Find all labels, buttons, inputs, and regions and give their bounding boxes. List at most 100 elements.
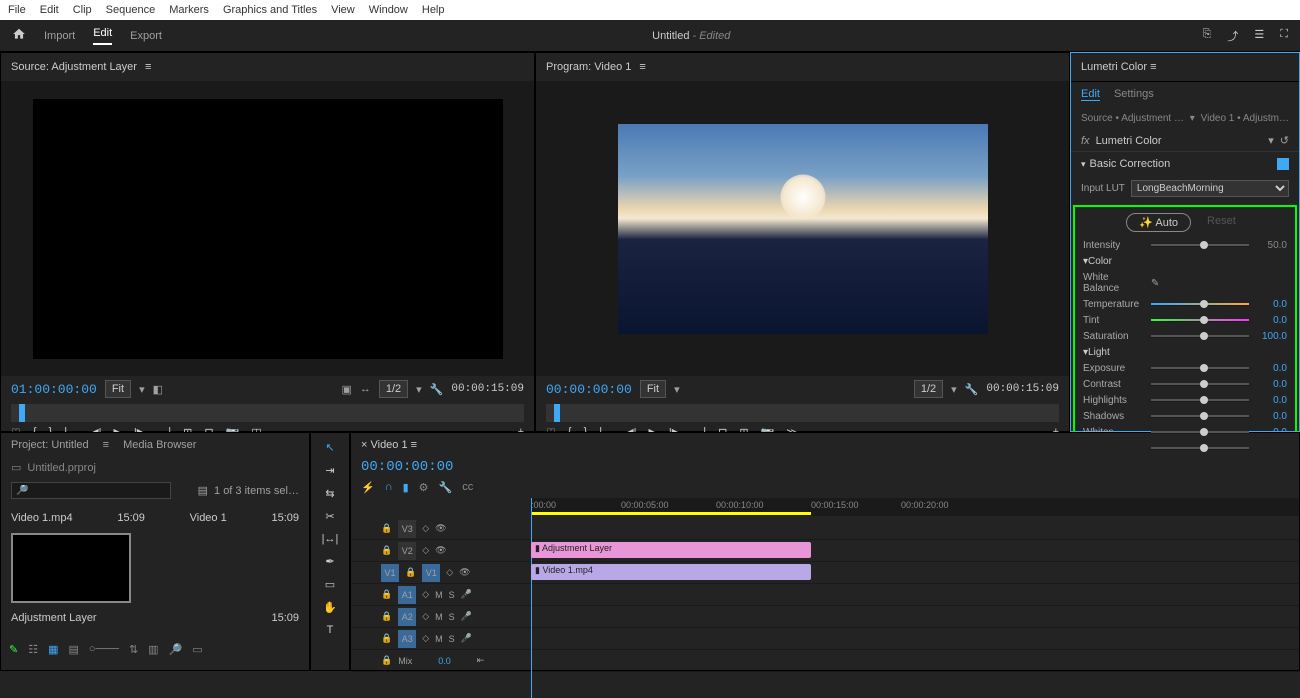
lock-icon[interactable]: 🔒 — [381, 589, 392, 600]
snap-icon[interactable]: ⚡ — [361, 481, 375, 494]
sat-slider[interactable] — [1151, 335, 1249, 338]
lock-icon[interactable]: 🔒 — [381, 633, 392, 644]
program-menu-icon[interactable]: ≡ — [639, 61, 645, 73]
pencil-icon[interactable]: ✎ — [9, 643, 18, 656]
lock-icon[interactable]: 🔒 — [381, 611, 392, 622]
freeform-icon[interactable]: ▤ — [69, 643, 79, 656]
wrench-icon[interactable]: 🔧 — [430, 383, 444, 396]
solo-button[interactable]: S — [449, 612, 455, 622]
chevron-down-icon[interactable]: ▾ — [674, 383, 680, 396]
source-half[interactable]: 1/2 — [379, 380, 408, 398]
intensity-value[interactable]: 50.0 — [1255, 240, 1287, 251]
icon-view-icon[interactable]: ▦ — [48, 643, 58, 656]
tab-export[interactable]: Export — [130, 30, 162, 42]
sync-lock-icon[interactable]: ◇ — [422, 589, 429, 600]
menu-help[interactable]: Help — [422, 4, 445, 16]
solo-button[interactable]: S — [449, 590, 455, 600]
shadows-slider[interactable] — [1151, 415, 1249, 418]
program-scrubber[interactable] — [546, 404, 1059, 422]
project-search-input[interactable] — [11, 482, 171, 499]
lock-icon[interactable]: 🔒 — [381, 545, 392, 556]
menu-window[interactable]: Window — [369, 4, 408, 16]
basic-checkbox[interactable] — [1277, 158, 1289, 170]
mic-icon[interactable]: 🎤 — [461, 633, 472, 644]
quick-export-icon[interactable]: ⎘ — [1203, 28, 1212, 44]
mix-track[interactable]: Mix — [398, 656, 412, 666]
bin-icon[interactable]: ▭ — [11, 461, 21, 474]
reset-icon[interactable]: ↺ — [1280, 134, 1289, 147]
collapse-icon[interactable]: ⇤ — [477, 655, 485, 666]
auto-button[interactable]: ✨ Auto — [1126, 213, 1191, 232]
contrast-slider[interactable] — [1151, 383, 1249, 386]
source-fit[interactable]: Fit — [105, 380, 131, 398]
menu-graphics[interactable]: Graphics and Titles — [223, 4, 317, 16]
eye-icon[interactable]: 👁 — [435, 545, 446, 556]
menu-view[interactable]: View — [331, 4, 355, 16]
fx-icon[interactable]: fx — [1081, 135, 1090, 147]
settings-icon[interactable]: ⚙ — [419, 481, 429, 494]
program-fit[interactable]: Fit — [640, 380, 666, 398]
type-tool-icon[interactable]: T — [327, 624, 334, 636]
sat-value[interactable]: 100.0 — [1255, 331, 1287, 342]
project-tab[interactable]: Project: Untitled — [11, 439, 89, 451]
list-view-icon[interactable]: ☷ — [28, 643, 38, 656]
lock-icon[interactable]: 🔒 — [405, 567, 416, 578]
lock-icon[interactable]: 🔒 — [381, 523, 392, 534]
source-icons[interactable]: ◧ — [153, 383, 163, 396]
project-thumbnail[interactable] — [11, 533, 131, 603]
program-half[interactable]: 1/2 — [914, 380, 943, 398]
program-viewer[interactable] — [618, 124, 988, 334]
input-lut-select[interactable]: LongBeachMorning — [1131, 180, 1289, 197]
mix-value[interactable]: 0.0 — [438, 656, 451, 666]
rectangle-tool-icon[interactable]: ▭ — [325, 578, 335, 591]
chevron-down-icon[interactable]: ▾ — [1190, 113, 1195, 124]
source-marker-icon[interactable]: ▣ — [341, 383, 351, 396]
contrast-value[interactable]: 0.0 — [1255, 379, 1287, 390]
mute-button[interactable]: M — [435, 590, 443, 600]
linked-selection-icon[interactable]: ∩ — [385, 481, 393, 494]
lock-icon[interactable]: 🔒 — [381, 655, 392, 666]
reset-button[interactable]: Reset — [1199, 213, 1244, 232]
track-a1[interactable]: A1 — [398, 586, 416, 604]
eyedropper-icon[interactable]: ✎ — [1151, 278, 1159, 289]
clip-adjustment[interactable]: ▮ Adjustment Layer — [531, 542, 811, 558]
tint-value[interactable]: 0.0 — [1255, 315, 1287, 326]
temp-slider[interactable] — [1151, 303, 1249, 306]
clip-video1[interactable]: ▮ Video 1.mp4 — [531, 564, 811, 580]
program-tc-start[interactable]: 00:00:00:00 — [546, 382, 632, 397]
source-add-icon[interactable]: ↔ — [360, 383, 371, 395]
menu-sequence[interactable]: Sequence — [106, 4, 156, 16]
track-v1[interactable]: V1 — [422, 564, 440, 582]
lumetri-source[interactable]: Source • Adjustment … — [1081, 113, 1184, 124]
menu-file[interactable]: File — [8, 4, 26, 16]
timeline-ruler[interactable]: :00:00 00:00:05:00 00:00:10:00 00:00:15:… — [531, 498, 1299, 516]
source-tc-start[interactable]: 01:00:00:00 — [11, 382, 97, 397]
source-viewer[interactable] — [33, 99, 503, 359]
project-item[interactable]: Video 1.mp415:09 Video 115:09 — [11, 509, 299, 527]
caption-icon[interactable]: cc — [462, 481, 473, 494]
workspace-icon[interactable]: ☰ — [1254, 28, 1264, 44]
shadows-value[interactable]: 0.0 — [1255, 411, 1287, 422]
ripple-edit-icon[interactable]: ⇆ — [325, 487, 334, 500]
zoom-slider[interactable]: ○─── — [89, 643, 119, 656]
tab-import[interactable]: Import — [44, 30, 75, 42]
chevron-down-icon[interactable]: ▾ — [1268, 134, 1274, 147]
panel-menu-icon[interactable]: ≡ — [1150, 61, 1156, 73]
selection-tool-icon[interactable]: ↖ — [325, 441, 334, 454]
sort-icon[interactable]: ⇅ — [129, 643, 138, 656]
whites-slider[interactable] — [1151, 431, 1249, 434]
lumetri-tab-edit[interactable]: Edit — [1081, 88, 1100, 101]
mic-icon[interactable]: 🎤 — [461, 589, 472, 600]
chevron-down-icon[interactable]: ▾ — [416, 383, 422, 396]
wrench-icon[interactable]: 🔧 — [439, 481, 453, 494]
menu-markers[interactable]: Markers — [169, 4, 209, 16]
color-section[interactable]: Color — [1088, 256, 1112, 267]
menu-clip[interactable]: Clip — [73, 4, 92, 16]
track-a3[interactable]: A3 — [398, 630, 416, 648]
eye-icon[interactable]: 👁 — [435, 523, 446, 534]
blacks-slider[interactable] — [1151, 447, 1249, 450]
wrench-icon[interactable]: 🔧 — [965, 383, 979, 396]
sync-lock-icon[interactable]: ◇ — [422, 523, 429, 534]
media-browser-tab[interactable]: Media Browser — [123, 439, 196, 451]
highlights-slider[interactable] — [1151, 399, 1249, 402]
